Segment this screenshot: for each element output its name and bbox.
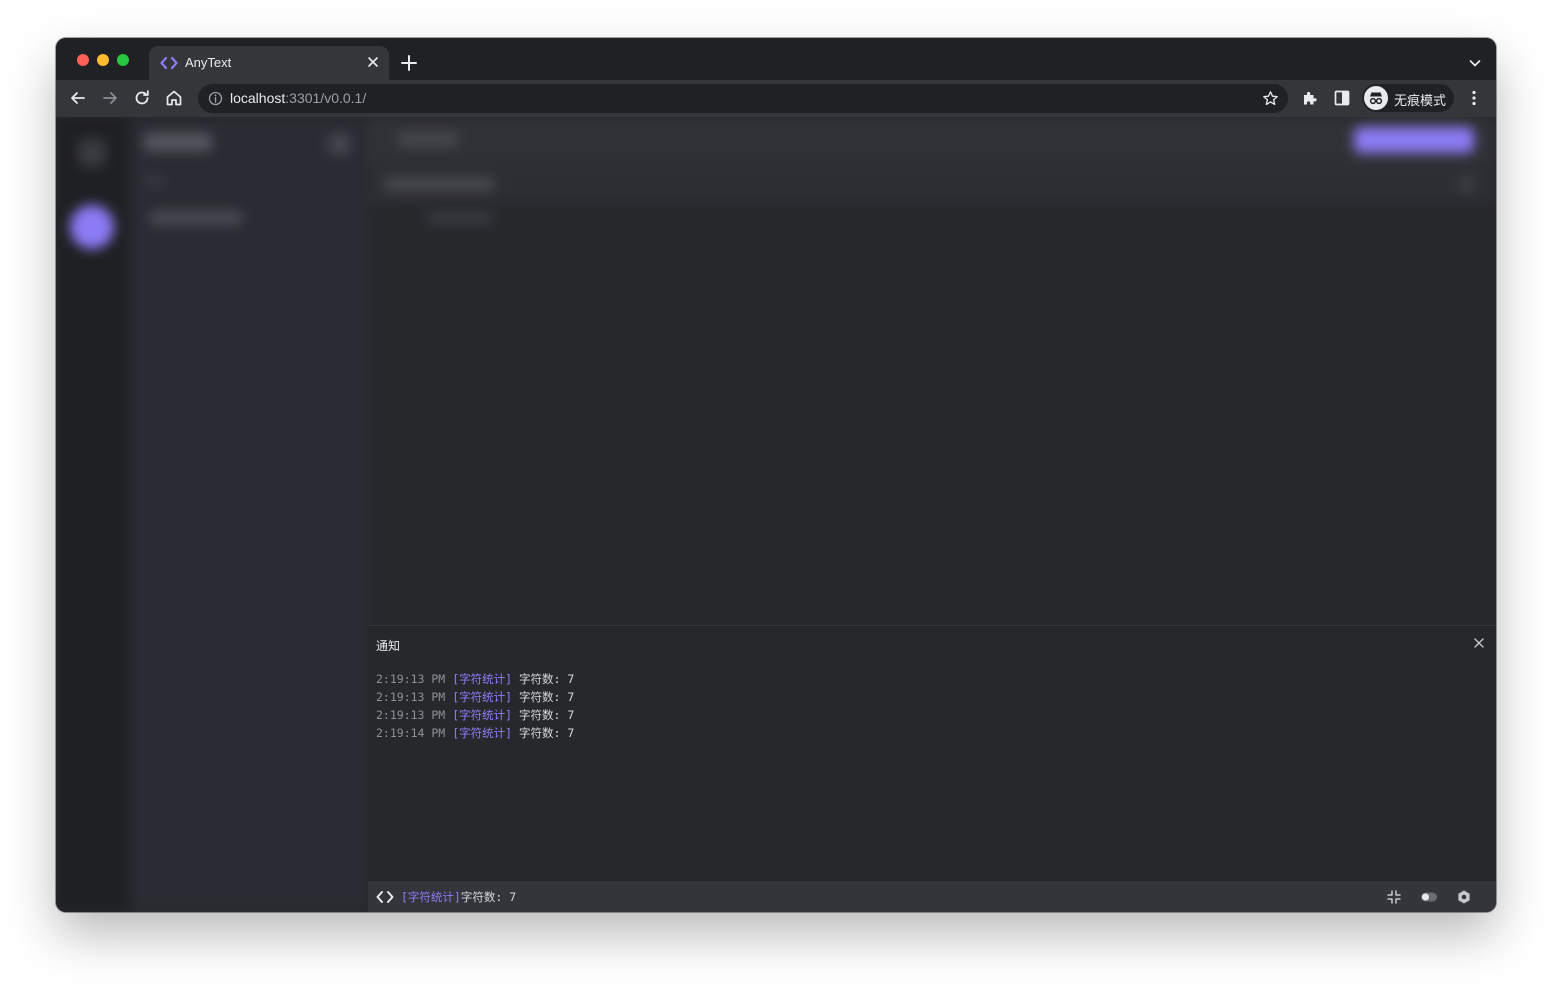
sidebar-section-placeholder (144, 177, 164, 185)
code-brackets-icon (376, 891, 394, 903)
log-entry: 2:19:14 PM [字符统计] 字符数: 7 (376, 726, 575, 740)
main-tab-placeholder[interactable] (398, 131, 458, 147)
maximize-window-button[interactable] (117, 54, 129, 66)
forward-icon[interactable] (100, 88, 120, 108)
toggle-icon[interactable] (1420, 889, 1438, 905)
app-sidebar (130, 117, 368, 912)
main-row-label (384, 177, 494, 191)
main-row-control[interactable] (1458, 177, 1474, 191)
rail-menu-button[interactable] (78, 139, 106, 167)
browser-window: AnyText localhost:3301/v0.0.1/ 无痕模式 通知 2… (56, 38, 1496, 912)
chevron-down-icon[interactable] (1468, 56, 1482, 70)
main-row (368, 163, 1496, 203)
close-icon[interactable] (1472, 636, 1486, 650)
close-window-button[interactable] (77, 54, 89, 66)
notification-title: 通知 (376, 639, 401, 653)
status-bar: [字符统计]字符数: 7 (368, 881, 1496, 912)
sidebar-add-button[interactable] (328, 133, 350, 155)
incognito-profile-button[interactable]: 无痕模式 (1362, 84, 1454, 112)
reload-icon[interactable] (132, 88, 152, 108)
side-panel-icon[interactable] (1332, 88, 1352, 108)
sidebar-item[interactable] (150, 211, 242, 225)
address-bar[interactable]: localhost:3301/v0.0.1/ (198, 84, 1288, 113)
incognito-label: 无痕模式 (1394, 94, 1447, 109)
status-message: [字符统计]字符数: 7 (401, 890, 517, 904)
tab-title: AnyText (185, 55, 232, 70)
close-tab-icon[interactable] (365, 54, 381, 70)
notification-panel: 通知 2:19:13 PM [字符统计] 字符数: 7 2:19:13 PM [… (368, 625, 1496, 882)
log-entry: 2:19:13 PM [字符统计] 字符数: 7 (376, 708, 575, 722)
new-tab-icon[interactable] (400, 54, 418, 72)
extensions-puzzle-icon[interactable] (1300, 88, 1320, 108)
primary-action-button[interactable] (1354, 127, 1474, 153)
browser-tab[interactable]: AnyText (149, 46, 389, 80)
app-page: 通知 2:19:13 PM [字符统计] 字符数: 7 2:19:13 PM [… (56, 117, 1496, 912)
url-text: localhost:3301/v0.0.1/ (230, 90, 367, 106)
settings-icon[interactable] (1456, 889, 1472, 905)
back-icon[interactable] (68, 88, 88, 108)
home-icon[interactable] (164, 88, 184, 108)
more-menu-icon[interactable] (1464, 88, 1484, 108)
tab-strip: AnyText (56, 38, 1496, 80)
collapse-icon[interactable] (1386, 889, 1402, 905)
rail-active-item[interactable] (70, 205, 114, 249)
code-brackets-icon (160, 56, 178, 70)
bookmark-star-icon[interactable] (1262, 90, 1279, 107)
main-header (368, 117, 1496, 163)
sidebar-title-placeholder (144, 133, 212, 151)
minimize-window-button[interactable] (97, 54, 109, 66)
incognito-icon (1364, 86, 1388, 110)
app-rail (56, 117, 130, 912)
site-info-icon[interactable] (208, 91, 223, 106)
log-entry: 2:19:13 PM [字符统计] 字符数: 7 (376, 672, 575, 686)
main-row-detail (428, 213, 492, 223)
log-entry: 2:19:13 PM [字符统计] 字符数: 7 (376, 690, 575, 704)
notification-log: 2:19:13 PM [字符统计] 字符数: 7 2:19:13 PM [字符统… (376, 670, 574, 742)
browser-toolbar: localhost:3301/v0.0.1/ 无痕模式 (56, 80, 1496, 117)
